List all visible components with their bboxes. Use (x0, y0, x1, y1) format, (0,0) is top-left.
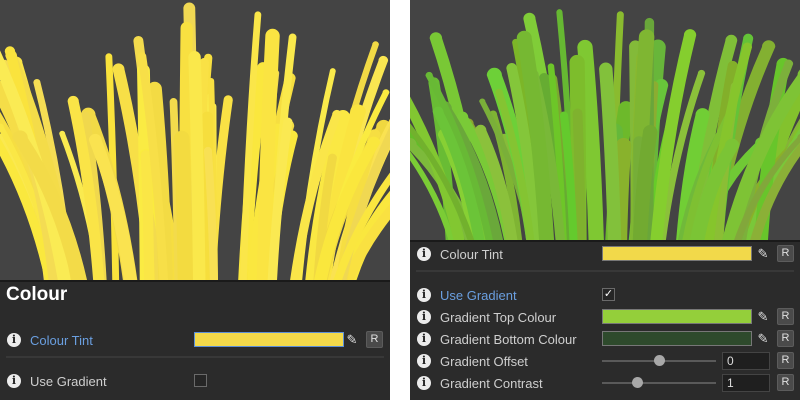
gradient-contrast-label: Gradient Contrast (440, 376, 543, 391)
colour-tint-reset-button[interactable]: R (366, 331, 383, 348)
info-icon[interactable]: i (417, 354, 431, 368)
colour-tint-swatch[interactable] (194, 332, 344, 347)
info-icon[interactable]: i (7, 333, 21, 347)
yellow-grass-viewport[interactable] (0, 0, 390, 282)
use-gradient-label: Use Gradient (440, 288, 517, 303)
gradient-contrast-slider-thumb[interactable] (631, 377, 643, 388)
gradient-top-colour-reset-button[interactable]: R (777, 308, 794, 325)
colour-tint-reset-button[interactable]: R (777, 245, 794, 262)
use-gradient-label: Use Gradient (30, 374, 107, 389)
gradient-offset-reset-button[interactable]: R (777, 352, 794, 369)
left-inspector-panel: Colour i Colour Tint ✎ R i Use Gradient (0, 0, 390, 400)
info-icon[interactable]: i (417, 247, 431, 261)
gradient-top-colour-label: Gradient Top Colour (440, 310, 557, 325)
colour-section-heading: Colour (6, 284, 68, 305)
info-icon[interactable]: i (7, 374, 21, 388)
right-inspector-panel: i Colour Tint ✎ R i Use Gradient ✓ i Gra… (410, 0, 800, 400)
info-icon[interactable]: i (417, 310, 431, 324)
yellow-grass-render (0, 2, 390, 280)
eyedropper-icon[interactable]: ✎ (754, 308, 772, 326)
colour-tint-label: Colour Tint (30, 333, 93, 348)
gradient-offset-value[interactable]: 0 (722, 352, 770, 370)
info-icon[interactable]: i (417, 332, 431, 346)
use-gradient-checkbox[interactable] (194, 374, 207, 387)
divider (416, 270, 794, 272)
gradient-bottom-colour-swatch[interactable] (602, 331, 752, 346)
eyedropper-icon[interactable]: ✎ (754, 245, 772, 263)
use-gradient-row: i Use Gradient ✓ (410, 284, 800, 306)
gradient-contrast-row: i Gradient Contrast 1 R (410, 372, 800, 394)
colour-tint-label: Colour Tint (440, 247, 503, 262)
colour-tint-swatch[interactable] (602, 246, 752, 261)
gradient-offset-row: i Gradient Offset 0 R (410, 350, 800, 372)
eyedropper-icon[interactable]: ✎ (343, 331, 361, 349)
eyedropper-icon[interactable]: ✎ (754, 330, 772, 348)
gradient-bottom-colour-label: Gradient Bottom Colour (440, 332, 577, 347)
green-grass-viewport[interactable] (410, 0, 800, 242)
colour-tint-row: i Colour Tint ✎ R (410, 243, 800, 265)
gradient-top-colour-row: i Gradient Top Colour ✎ R (410, 306, 800, 328)
use-gradient-checkbox[interactable]: ✓ (602, 288, 615, 301)
info-icon[interactable]: i (417, 288, 431, 302)
green-grass-render (410, 9, 800, 240)
info-icon[interactable]: i (417, 376, 431, 390)
gradient-bottom-colour-row: i Gradient Bottom Colour ✎ R (410, 328, 800, 350)
use-gradient-row: i Use Gradient (0, 370, 390, 392)
divider (6, 356, 384, 358)
gradient-contrast-slider[interactable] (602, 382, 716, 384)
gradient-top-colour-swatch[interactable] (602, 309, 752, 324)
gradient-offset-label: Gradient Offset (440, 354, 528, 369)
gradient-contrast-reset-button[interactable]: R (777, 374, 794, 391)
colour-tint-row: i Colour Tint ✎ R (0, 329, 390, 351)
gradient-contrast-value[interactable]: 1 (722, 374, 770, 392)
gradient-bottom-colour-reset-button[interactable]: R (777, 330, 794, 347)
gradient-offset-slider-thumb[interactable] (653, 355, 665, 366)
